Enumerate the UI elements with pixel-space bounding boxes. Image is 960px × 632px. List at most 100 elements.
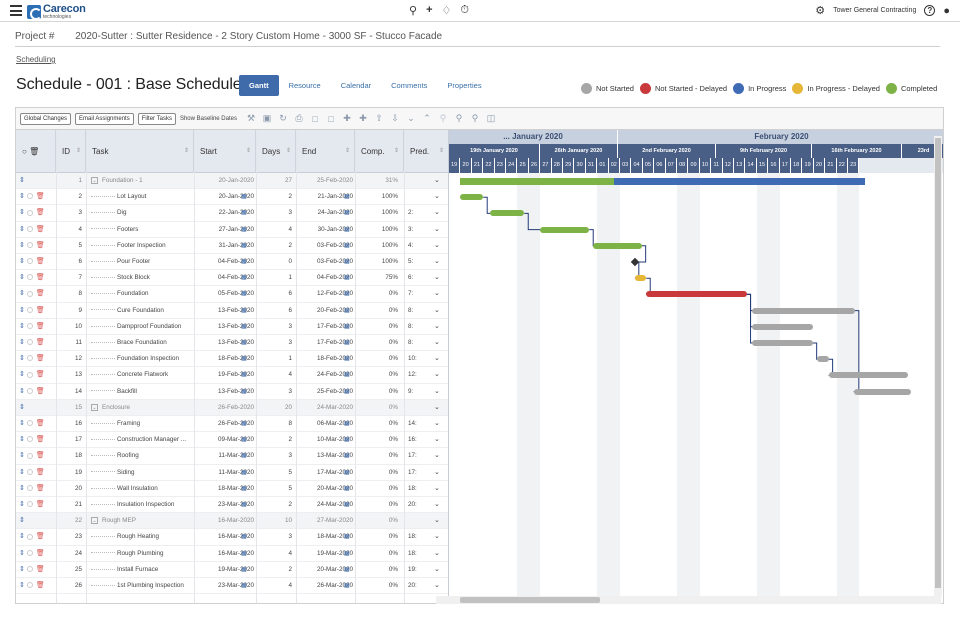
- cell-days[interactable]: 10: [272, 513, 292, 529]
- reorder-icon[interactable]: ⇕: [19, 323, 25, 330]
- add-task-icon[interactable]: ✚: [339, 113, 355, 124]
- select-circle-icon[interactable]: [26, 193, 33, 200]
- calendar-icon[interactable]: ▦: [241, 578, 251, 594]
- table-row[interactable]: ⇕ 1 ⌄ Foundation - 1 20-Jan-2020 27 25-Feb-202…: [16, 173, 448, 190]
- cell-task[interactable]: Install Furnace: [91, 562, 194, 578]
- trash-icon[interactable]: 🗑: [36, 469, 45, 476]
- table-row[interactable]: ⇕ 🗑 23 Rough Heating 16-Mar-2020 ▦ 3 18-Mar-202…: [16, 529, 448, 546]
- chevron-down-icon[interactable]: ⌄: [434, 173, 442, 189]
- chevron-down-icon[interactable]: ⌄: [434, 238, 442, 254]
- calendar-icon[interactable]: ▦: [344, 432, 354, 448]
- gantt-bar[interactable]: [752, 323, 813, 330]
- chevron-down-icon[interactable]: ⌄: [434, 222, 442, 238]
- cell-days[interactable]: 4: [272, 367, 292, 383]
- trash-icon[interactable]: 🗑: [36, 533, 45, 540]
- table-row[interactable]: ⇕ 🗑 20 Wall Insulation 18-Mar-2020 ▦ 5 20-Mar-2…: [16, 481, 448, 497]
- filter-tasks-button[interactable]: Filter Tasks: [137, 112, 176, 125]
- show-baseline-toggle[interactable]: Show Baseline Dates: [180, 116, 237, 122]
- cell-complete[interactable]: 0%: [361, 497, 398, 513]
- trash-icon[interactable]: 🗑: [36, 566, 45, 573]
- cell-complete[interactable]: 0%: [361, 416, 398, 432]
- calendar-icon[interactable]: ▦: [344, 286, 354, 302]
- calendar-icon[interactable]: ▦: [241, 270, 251, 286]
- calendar-icon[interactable]: ▦: [344, 416, 354, 432]
- table-row[interactable]: ⇕ 🗑 10 Dampproof Foundation 13-Feb-2020 ▦ 3 17-…: [16, 319, 448, 335]
- cell-days[interactable]: 4: [272, 546, 292, 562]
- calendar-icon[interactable]: ▦: [241, 286, 251, 302]
- reorder-icon[interactable]: ⇕: [19, 371, 25, 378]
- trash-icon[interactable]: 🗑: [36, 436, 45, 443]
- stopwatch-icon[interactable]: ⏱: [460, 4, 469, 17]
- breadcrumb-scheduling[interactable]: Scheduling: [16, 55, 56, 64]
- reorder-icon[interactable]: ⇕: [19, 355, 25, 362]
- table-row[interactable]: ⇕ 🗑 12 Foundation Inspection 18-Feb-2020 ▦ 1 18…: [16, 351, 448, 368]
- trash-icon[interactable]: 🗑: [36, 501, 45, 508]
- table-row[interactable]: ⇕ 🗑 4 Footers 27-Jan-2020 ▦ 4 30-Jan-2020 ▦ 100% 3…: [16, 222, 448, 238]
- cell-complete[interactable]: 75%: [361, 270, 398, 286]
- table-row[interactable]: ⇕ 🗑 13 Concrete Flatwork 19-Feb-2020 ▦ 4 24-Feb…: [16, 367, 448, 384]
- cell-complete[interactable]: 0%: [361, 319, 398, 335]
- table-row[interactable]: ⇕ 🗑 3 Dig 22-Jan-2020 ▦ 3 24-Jan-2020 ▦ 100% 2: ⌄: [16, 205, 448, 222]
- chevron-down-icon[interactable]: ⌄: [434, 319, 442, 335]
- calendar-icon[interactable]: ▦: [241, 319, 251, 335]
- cell-days[interactable]: 3: [272, 335, 292, 351]
- cell-complete[interactable]: 0%: [361, 448, 398, 464]
- reorder-icon[interactable]: ⇕: [19, 517, 25, 524]
- reorder-icon[interactable]: ⇕: [19, 388, 25, 395]
- chevron-down-icon[interactable]: ⌄: [434, 205, 442, 221]
- cell-complete[interactable]: 100%: [361, 189, 398, 205]
- select-circle-icon[interactable]: [26, 290, 33, 297]
- calendar-icon[interactable]: ▦: [344, 238, 354, 254]
- calendar-icon[interactable]: ▦: [344, 222, 354, 238]
- select-circle-icon[interactable]: [26, 306, 33, 313]
- col-comp[interactable]: Comp. ⇕: [355, 130, 404, 173]
- chevron-down-icon[interactable]: ⌄: [434, 367, 442, 383]
- calendar-icon[interactable]: ▦: [344, 529, 354, 545]
- gantt-bar[interactable]: [490, 210, 525, 217]
- gantt-chart[interactable]: ... January 2020 February 2020 19th Janu…: [448, 130, 943, 603]
- select-all-header[interactable]: ○ 🗑: [16, 130, 56, 173]
- reorder-icon[interactable]: ⇕: [19, 550, 25, 557]
- table-row[interactable]: ⇕ 🗑 11 Brace Foundation 13-Feb-2020 ▦ 3 17-Feb-…: [16, 335, 448, 352]
- select-circle-icon[interactable]: [26, 241, 33, 248]
- cell-days[interactable]: 6: [272, 286, 292, 302]
- cell-complete[interactable]: 0%: [361, 351, 398, 367]
- zoom-fit-icon[interactable]: ⚲: [467, 113, 483, 124]
- trash-icon[interactable]: 🗑: [36, 582, 45, 589]
- select-circle-icon[interactable]: [26, 420, 33, 427]
- zoom-out-icon[interactable]: ⚲: [451, 113, 467, 124]
- calendar-icon[interactable]: ▦: [344, 351, 354, 367]
- select-circle-icon[interactable]: [26, 501, 33, 508]
- select-circle-icon[interactable]: [26, 225, 33, 232]
- print-icon[interactable]: ⎙: [291, 113, 307, 124]
- columns-icon[interactable]: ◫: [483, 113, 499, 124]
- cell-complete[interactable]: 0%: [361, 384, 398, 400]
- hamburger-icon[interactable]: [10, 5, 22, 16]
- calendar-icon[interactable]: ▦: [344, 319, 354, 335]
- table-row[interactable]: ⇕ 🗑 7 Stock Block 04-Feb-2020 ▦ 1 04-Feb-2020 ▦ 7…: [16, 270, 448, 287]
- add-subtask-icon[interactable]: ✚: [355, 113, 371, 124]
- cell-complete[interactable]: 0%: [361, 578, 398, 594]
- cell-days[interactable]: 20: [272, 400, 292, 416]
- chevron-down-icon[interactable]: ⌄: [434, 270, 442, 286]
- table-row[interactable]: ⇕ 🗑 2 Lot Layout 20-Jan-2020 ▦ 2 21-Jan-2020 ▦ 10…: [16, 189, 448, 206]
- calendar-icon[interactable]: ▦: [241, 222, 251, 238]
- email-assignments-button[interactable]: Email Assignments: [75, 112, 134, 125]
- help-icon[interactable]: ?: [924, 5, 936, 16]
- cell-days[interactable]: 5: [272, 481, 292, 497]
- gantt-bar[interactable]: [828, 372, 909, 379]
- cell-task[interactable]: Footer Inspection: [91, 238, 194, 254]
- chevron-down-icon[interactable]: ⌄: [434, 546, 442, 562]
- cell-days[interactable]: 1: [272, 351, 292, 367]
- cell-complete[interactable]: 100%: [361, 238, 398, 254]
- cell-complete[interactable]: 0%: [361, 400, 398, 416]
- calendar-icon[interactable]: ▦: [241, 448, 251, 464]
- col-end[interactable]: End ⇕: [296, 130, 355, 173]
- reorder-icon[interactable]: ⇕: [19, 501, 25, 508]
- chevron-down-icon[interactable]: ⌄: [434, 335, 442, 351]
- gantt-bar[interactable]: [460, 178, 615, 185]
- calendar-icon[interactable]: ▦: [344, 465, 354, 481]
- cell-task[interactable]: 1st Plumbing Inspection: [91, 578, 194, 594]
- reorder-icon[interactable]: ⇕: [19, 582, 25, 589]
- select-circle-icon[interactable]: [26, 387, 33, 394]
